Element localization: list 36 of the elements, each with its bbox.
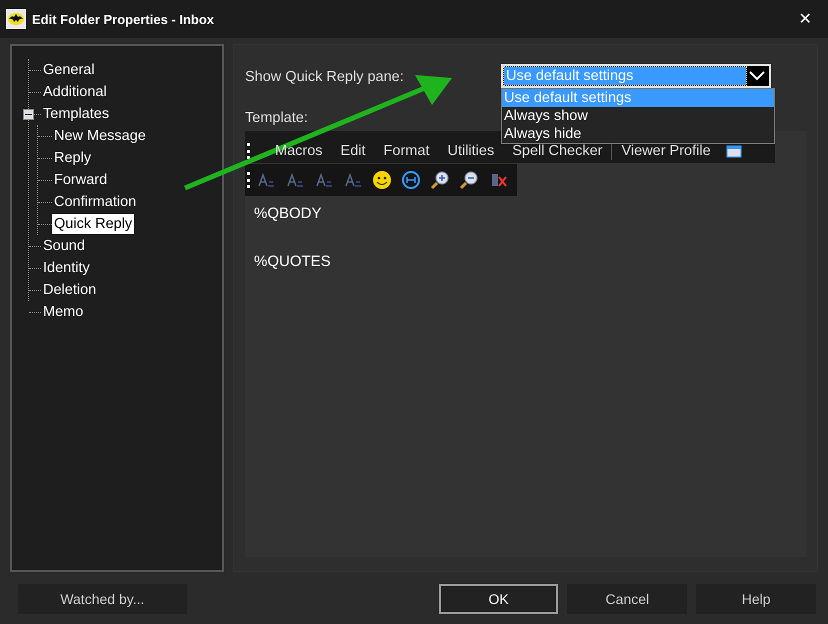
dropdown-option[interactable]: Always hide	[502, 125, 774, 143]
tree-item[interactable]: General	[41, 60, 97, 80]
window-icon[interactable]	[726, 143, 742, 159]
tree-item[interactable]: Quick Reply	[52, 214, 134, 234]
tree-item[interactable]: Deletion	[41, 280, 98, 300]
tree-item[interactable]: Identity	[41, 258, 92, 278]
smiley-icon[interactable]	[372, 170, 392, 190]
menu-item[interactable]: Spell Checker	[503, 143, 612, 159]
menu-item[interactable]: Utilities	[438, 143, 504, 159]
dialog-button[interactable]: Cancel	[567, 584, 688, 614]
window-title: Edit Folder Properties - Inbox	[32, 12, 216, 26]
tree-item[interactable]: Forward	[52, 170, 110, 190]
tree-item[interactable]: Reply	[52, 148, 94, 168]
tree-item[interactable]: New Message	[52, 126, 148, 146]
dropdown-option[interactable]: Always show	[502, 107, 774, 125]
app-logo-icon	[6, 9, 26, 29]
zoom-in-icon[interactable]	[430, 170, 450, 190]
tree-item[interactable]: Sound	[41, 236, 87, 256]
template-editor[interactable]: %QBODY %QUOTES	[245, 196, 806, 557]
tree-item[interactable]: Confirmation	[52, 192, 138, 212]
zoom-out-icon[interactable]	[459, 170, 479, 190]
menu-item[interactable]: Macros	[266, 143, 332, 159]
dialog-button[interactable]: OK	[438, 584, 558, 614]
dialog-button[interactable]: Help	[696, 584, 816, 614]
tree-item[interactable]: Memo	[41, 302, 86, 322]
menu-item[interactable]: Format	[374, 143, 438, 159]
field-label: Template:	[245, 110, 308, 126]
tree-item[interactable]: Additional	[41, 82, 109, 102]
collapse-icon[interactable]	[23, 108, 34, 120]
menu-item[interactable]: Viewer Profile	[612, 143, 720, 159]
field-label: Show Quick Reply pane:	[245, 68, 405, 85]
chevron-down-icon	[749, 71, 765, 81]
menu-item[interactable]: Edit	[332, 143, 375, 159]
tree-item[interactable]: Templates	[41, 104, 112, 124]
close-button[interactable]: ✕	[782, 0, 828, 38]
dialog-button[interactable]: Watched by...	[18, 584, 187, 614]
